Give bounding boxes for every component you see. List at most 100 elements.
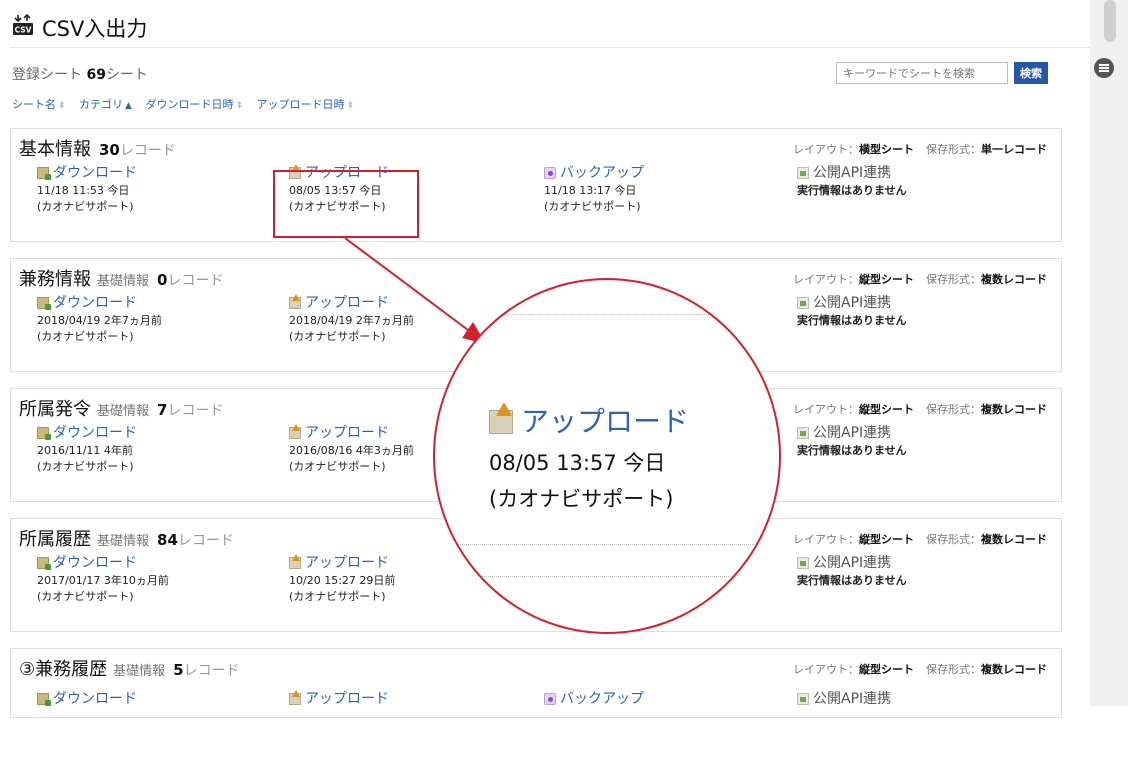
zoom-callout: アップロード 08/05 13:57 今日 (カオナビサポート) xyxy=(433,278,781,634)
download-icon xyxy=(37,297,51,310)
sheet-name: 所属発令 基礎情報 7レコード xyxy=(19,399,224,420)
upload-user: (カオナビサポート) xyxy=(289,460,386,473)
upload-user: (カオナビサポート) xyxy=(289,330,386,343)
record-count: 84 xyxy=(157,531,178,549)
sheet-name: 基本情報 30レコード xyxy=(19,139,176,160)
upload-link[interactable]: アップロード xyxy=(289,293,414,313)
sheet-meta: レイアウト：縦型シート 保存形式：複数レコード xyxy=(793,663,1047,676)
download-action: ダウンロード 11/18 11:53 今日 (カオナビサポート) xyxy=(37,163,137,215)
download-action: ダウンロード 2016/11/11 4年前 (カオナビサポート) xyxy=(37,423,137,475)
download-link[interactable]: ダウンロード xyxy=(37,293,162,313)
sort-icon: ⬍ xyxy=(235,101,244,111)
upload-action: アップロード 2016/08/16 4年3ヵ月前 (カオナビサポート) xyxy=(289,423,414,475)
download-action: ダウンロード 2018/04/19 2年7ヵ月前 (カオナビサポート) xyxy=(37,293,162,345)
upload-link[interactable]: アップロード xyxy=(289,689,389,709)
menu-icon[interactable] xyxy=(1094,58,1114,78)
sheet-category: 基礎情報 xyxy=(97,274,150,289)
zoom-upload-date: 08/05 13:57 今日 xyxy=(489,451,666,475)
sheet-count-label: 登録シート xyxy=(12,67,82,83)
record-count: 30 xyxy=(99,141,120,159)
record-count: 5 xyxy=(173,661,184,679)
backup-link[interactable]: バックアップ xyxy=(544,689,644,709)
page-title: CSV入出力 xyxy=(42,17,148,41)
api-action: 公開API連携 xyxy=(797,689,891,709)
zoom-upload-link: アップロード xyxy=(489,402,689,440)
backup-user: (カオナビサポート) xyxy=(544,200,641,213)
api-status: 実行情報はありません xyxy=(797,184,907,197)
upload-icon xyxy=(289,294,301,309)
sheet-category: 基礎情報 xyxy=(113,664,166,679)
scrollbar-track[interactable] xyxy=(1090,0,1128,706)
download-link[interactable]: ダウンロード xyxy=(37,689,137,709)
sort-icon: ⬍ xyxy=(346,101,355,111)
sheet-count-unit: シート xyxy=(105,67,148,83)
api-status: 実行情報はありません xyxy=(797,574,907,587)
sheet-name: ③兼務履歴 基礎情報 5レコード xyxy=(19,659,240,680)
download-link[interactable]: ダウンロード xyxy=(37,553,169,573)
sheet-meta: レイアウト：縦型シート 保存形式：複数レコード xyxy=(793,273,1047,286)
upload-icon xyxy=(289,424,301,439)
download-icon xyxy=(37,167,51,180)
backup-icon xyxy=(544,693,556,705)
upload-icon xyxy=(289,690,301,705)
download-user: (カオナビサポート) xyxy=(37,460,134,473)
upload-date: 2018/04/19 2年7ヵ月前 xyxy=(289,314,414,327)
api-link[interactable]: 公開API連携 xyxy=(797,689,891,709)
sheet-name: 所属履歴 基礎情報 84レコード xyxy=(19,529,234,550)
sort-asc-icon: ▲ xyxy=(125,101,132,111)
api-action: 公開API連携 実行情報はありません xyxy=(797,163,907,199)
sort-icon: ⬍ xyxy=(58,101,66,111)
upload-link[interactable]: アップロード xyxy=(289,423,414,443)
download-date: 2017/01/17 3年10ヵ月前 xyxy=(37,574,169,587)
upload-icon xyxy=(289,554,301,569)
backup-icon xyxy=(544,167,556,179)
zoom-upload-user: (カオナビサポート) xyxy=(489,487,674,511)
highlight-box xyxy=(273,170,419,238)
sheet-meta: レイアウト：縦型シート 保存形式：複数レコード xyxy=(793,403,1047,416)
upload-link[interactable]: アップロード xyxy=(289,553,395,573)
upload-action: アップロード xyxy=(289,689,389,709)
api-icon xyxy=(797,427,809,439)
search-button[interactable]: 検索 xyxy=(1014,62,1048,84)
scrollbar-thumb[interactable] xyxy=(1104,0,1116,42)
download-link[interactable]: ダウンロード xyxy=(37,163,137,183)
download-icon xyxy=(37,693,51,706)
backup-action: バックアップ xyxy=(544,689,644,709)
sort-by-category[interactable]: カテゴリ ▲ xyxy=(79,98,132,111)
sheet-card: 基本情報 30レコード レイアウト：横型シート 保存形式：単一レコード ダウンロード… xyxy=(10,128,1062,242)
download-icon xyxy=(37,557,51,570)
page-header: CSV CSV入出力 xyxy=(10,12,1090,48)
sheet-category: 基礎情報 xyxy=(97,404,150,419)
api-action: 公開API連携 実行情報はありません xyxy=(797,553,907,589)
upload-date: 2016/08/16 4年3ヵ月前 xyxy=(289,444,414,457)
api-action: 公開API連携 実行情報はありません xyxy=(797,423,907,459)
record-count: 7 xyxy=(157,401,168,419)
sheet-count: 登録シート 69シート xyxy=(12,64,148,84)
download-user: (カオナビサポート) xyxy=(37,200,134,213)
upload-date: 10/20 15:27 29日前 xyxy=(289,574,396,587)
download-user: (カオナビサポート) xyxy=(37,590,134,603)
sheet-card: ③兼務履歴 基礎情報 5レコード レイアウト：縦型シート 保存形式：複数レコード ダウ… xyxy=(10,648,1062,718)
api-status: 実行情報はありません xyxy=(797,444,907,457)
sheet-name: 兼務情報 基礎情報 0レコード xyxy=(19,269,224,290)
api-status: 実行情報はありません xyxy=(797,314,907,327)
svg-text:CSV: CSV xyxy=(15,26,32,35)
backup-link[interactable]: バックアップ xyxy=(544,163,644,183)
download-user: (カオナビサポート) xyxy=(37,330,134,343)
csv-icon: CSV xyxy=(13,14,33,35)
sort-by-upload-date[interactable]: アップロード日時 ⬍ xyxy=(257,98,355,111)
sheet-count-value: 69 xyxy=(86,67,106,83)
api-link[interactable]: 公開API連携 xyxy=(797,293,907,313)
backup-date: 11/18 13:17 今日 xyxy=(544,184,637,197)
upload-user: (カオナビサポート) xyxy=(289,590,386,603)
api-link[interactable]: 公開API連携 xyxy=(797,423,907,443)
sort-by-name[interactable]: シート名 ⬍ xyxy=(12,98,66,111)
download-link[interactable]: ダウンロード xyxy=(37,423,137,443)
api-link[interactable]: 公開API連携 xyxy=(797,163,907,183)
api-link[interactable]: 公開API連携 xyxy=(797,553,907,573)
download-date: 2016/11/11 4年前 xyxy=(37,444,133,457)
zoom-upload-detail: アップロード 08/05 13:57 今日 (カオナビサポート) xyxy=(489,402,689,512)
search-input[interactable] xyxy=(836,62,1008,84)
sort-by-download-date[interactable]: ダウンロード日時 ⬍ xyxy=(145,98,243,111)
sheet-category: 基礎情報 xyxy=(97,534,150,549)
